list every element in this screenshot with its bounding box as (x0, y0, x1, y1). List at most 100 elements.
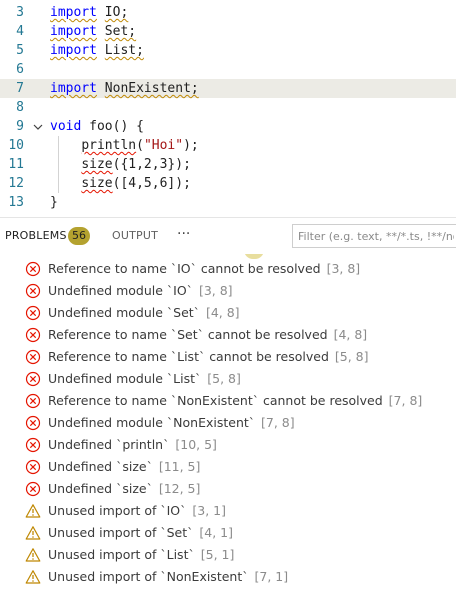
problem-row[interactable]: Undefined module `Set` [4, 8] (0, 302, 456, 324)
problem-message: Unused import of `IO` [3, 1] (48, 500, 226, 522)
problem-location: [3, 8] (326, 261, 361, 276)
code-token: size (81, 176, 113, 191)
code-line[interactable]: 7 import NonExistent; (0, 79, 456, 98)
problem-message: Undefined `size` [11, 5] (48, 456, 200, 478)
line-number: 6 (16, 62, 24, 77)
problem-text: Undefined `size` (48, 481, 153, 496)
problem-text: Reference to name `List` cannot be resol… (48, 349, 329, 364)
error-icon (25, 459, 41, 475)
problem-message: Undefined module `Set` [4, 8] (48, 302, 240, 324)
line-number: 13 (8, 195, 24, 210)
code-line[interactable]: 5 import List; (0, 41, 456, 60)
code-token: } (50, 195, 58, 210)
tab-problems[interactable]: PROBLEMS (5, 218, 67, 254)
problem-row[interactable]: Unused import of `IO` [3, 1] (0, 500, 456, 522)
problem-location: [7, 1] (254, 569, 289, 584)
panel-header: PROBLEMS 56 OUTPUT ··· (0, 218, 456, 254)
problem-text: Unused import of `IO` (48, 503, 187, 518)
problem-text: Undefined module `Set` (48, 305, 200, 320)
problem-location: [3, 1] (192, 503, 227, 518)
problem-row[interactable]: Undefined `size` [11, 5] (0, 456, 456, 478)
problem-row[interactable]: Unused import of `Set` [4, 1] (0, 522, 456, 544)
code-text: void foo() { (50, 117, 144, 136)
code-token: import (50, 43, 97, 58)
warning-icon (25, 503, 41, 519)
code-line[interactable]: 6 (0, 60, 456, 79)
problem-row[interactable]: Reference to name `Set` cannot be resolv… (0, 324, 456, 346)
problem-location: [5, 8] (207, 371, 241, 386)
code-text: import List; (50, 41, 144, 60)
error-icon (25, 283, 41, 299)
code-line[interactable]: 3 import IO; (0, 3, 456, 22)
problem-text: Reference to name `NonExistent` cannot b… (48, 393, 383, 408)
line-number: 5 (16, 43, 24, 58)
warning-icon (25, 569, 41, 585)
code-token: println (81, 138, 137, 153)
error-icon (25, 415, 41, 431)
problem-location: [7, 8] (388, 393, 423, 408)
line-number: 11 (8, 157, 24, 172)
problem-row[interactable]: Reference to name `NonExistent` cannot b… (0, 390, 456, 412)
problem-text: Undefined module `NonExistent` (48, 415, 256, 430)
problem-location: [3, 8] (198, 283, 233, 298)
code-text: import Set; (50, 22, 136, 41)
error-icon (25, 261, 41, 277)
code-token: IO; (104, 5, 129, 20)
code-line[interactable]: 4 import Set; (0, 22, 456, 41)
code-token: void (50, 119, 82, 134)
code-token: ( (136, 138, 144, 153)
code-text: println("Hoi"); (50, 136, 199, 155)
code-line[interactable]: 13} (0, 193, 456, 212)
code-line[interactable]: 8 (0, 98, 456, 117)
problem-message: Unused import of `Set` [4, 1] (48, 522, 233, 544)
problem-message: Undefined `size` [12, 5] (48, 478, 200, 500)
error-icon (25, 327, 41, 343)
problem-row[interactable]: Undefined module `NonExistent` [7, 8] (0, 412, 456, 434)
problem-row[interactable]: Reference to name `List` cannot be resol… (0, 346, 456, 368)
code-editor[interactable]: 3 import IO; 4 import Set; 5 import List; 6 7 im… (0, 0, 456, 217)
problem-text: Unused import of `Set` (48, 525, 194, 540)
problems-list[interactable]: Reference to name `IO` cannot be resolve… (0, 254, 456, 589)
problem-row[interactable]: Unused import of `NonExistent` [7, 1] (0, 566, 456, 588)
problem-message: Undefined module `IO` [3, 8] (48, 280, 233, 302)
code-token: size (81, 157, 113, 172)
problem-location: [4, 1] (199, 525, 234, 540)
problem-message: Undefined `println` [10, 5] (48, 434, 217, 456)
code-text: size([4,5,6]); (50, 174, 191, 193)
code-token: import (50, 5, 97, 20)
more-actions-icon[interactable]: ··· (177, 218, 190, 254)
code-token: NonExistent; (104, 81, 199, 96)
line-number: 9 (16, 119, 24, 134)
warning-icon (25, 547, 41, 563)
problem-row[interactable]: Undefined `size` [12, 5] (0, 478, 456, 500)
code-line[interactable]: 9 void foo() { (0, 117, 456, 136)
problem-text: Unused import of `List` (48, 547, 195, 562)
code-line[interactable]: 10 println("Hoi"); (0, 136, 456, 155)
chevron-down-icon[interactable] (32, 117, 44, 136)
problem-message: Reference to name `Set` cannot be resolv… (48, 324, 367, 346)
error-icon (25, 437, 41, 453)
problem-message: Reference to name `IO` cannot be resolve… (48, 258, 360, 280)
problem-row[interactable]: Undefined module `IO` [3, 8] (0, 280, 456, 302)
problem-row[interactable]: Reference to name `IO` cannot be resolve… (0, 258, 456, 280)
line-number: 12 (8, 176, 24, 191)
problem-text: Undefined module `IO` (48, 283, 193, 298)
code-line[interactable]: 11 size({1,2,3}); (0, 155, 456, 174)
tab-output[interactable]: OUTPUT (112, 218, 158, 254)
code-token: import (50, 24, 97, 39)
code-token: ); (183, 138, 199, 153)
problems-filter-input[interactable] (292, 224, 456, 248)
problem-row[interactable]: Undefined module `List` [5, 8] (0, 368, 456, 390)
problem-location: [5, 1] (200, 547, 235, 562)
code-line[interactable]: 12 size([4,5,6]); (0, 174, 456, 193)
code-token: ([4,5,6]); (112, 176, 191, 191)
problem-message: Reference to name `NonExistent` cannot b… (48, 390, 422, 412)
problem-row[interactable]: Unused import of `List` [5, 1] (0, 544, 456, 566)
error-icon (25, 371, 41, 387)
error-icon (25, 305, 41, 321)
problem-row[interactable]: Undefined `println` [10, 5] (0, 434, 456, 456)
